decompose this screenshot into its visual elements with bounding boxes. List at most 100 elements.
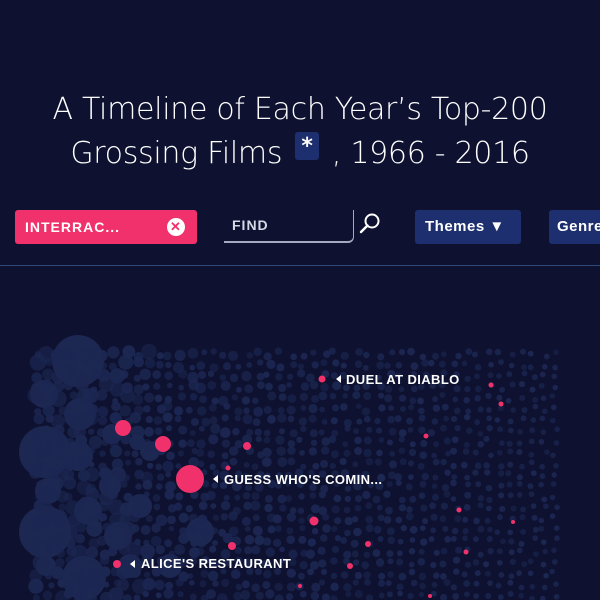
- background-bubble: [450, 462, 457, 470]
- background-bubble: [462, 516, 469, 523]
- background-bubble: [175, 578, 184, 587]
- themes-dropdown-button[interactable]: Themes ▼: [415, 210, 521, 244]
- background-bubble: [528, 459, 535, 466]
- search-icon[interactable]: [358, 212, 382, 236]
- film-label-guess[interactable]: GUESS WHO'S COMIN...: [224, 472, 382, 487]
- background-bubble: [433, 549, 440, 556]
- background-bubble: [386, 527, 395, 536]
- background-bubble: [207, 370, 215, 377]
- background-bubble: [354, 360, 363, 368]
- background-bubble: [300, 405, 307, 411]
- background-bubble: [27, 386, 45, 404]
- background-bubble: [322, 513, 330, 521]
- background-bubble: [67, 452, 75, 459]
- film-callout-guess[interactable]: GUESS WHO'S COMIN...: [176, 465, 382, 493]
- background-bubble: [187, 573, 194, 579]
- background-bubble: [195, 547, 205, 556]
- background-bubble: [377, 353, 385, 361]
- background-bubble: [531, 374, 538, 381]
- background-bubble: [374, 418, 381, 425]
- background-bubble: [272, 514, 282, 524]
- background-bubble: [345, 591, 352, 598]
- background-bubble: [197, 514, 208, 525]
- background-bubble: [141, 501, 153, 513]
- background-bubble: [189, 593, 197, 600]
- background-bubble: [228, 526, 239, 537]
- background-bubble: [363, 571, 371, 580]
- background-bubble: [497, 426, 504, 433]
- background-bubble: [242, 492, 251, 500]
- background-bubble: [529, 427, 536, 434]
- film-dot[interactable]: [176, 465, 204, 493]
- background-bubble: [377, 536, 384, 542]
- background-bubble: [228, 350, 239, 361]
- background-bubble: [465, 408, 472, 415]
- background-bubble: [508, 362, 515, 369]
- background-bubble: [309, 429, 318, 438]
- background-bubble: [365, 457, 374, 466]
- film-label-alice[interactable]: ALICE'S RESTAURANT: [141, 556, 291, 571]
- background-bubble: [529, 583, 536, 590]
- background-bubble: [550, 452, 556, 459]
- background-bubble: [521, 370, 528, 377]
- film-dot[interactable]: [318, 375, 326, 383]
- background-bubble: [539, 473, 546, 480]
- background-bubble: [246, 352, 254, 359]
- background-bubble: [520, 348, 526, 355]
- background-bubble: [363, 551, 370, 558]
- background-bubble: [394, 473, 403, 481]
- background-bubble: [42, 393, 52, 403]
- background-bubble: [533, 526, 539, 533]
- background-bubble: [298, 517, 305, 524]
- footnote-asterisk-button[interactable]: *: [295, 132, 319, 160]
- find-input[interactable]: [224, 210, 352, 240]
- background-bubble: [212, 580, 219, 587]
- background-bubble: [363, 351, 370, 359]
- background-bubble: [499, 386, 505, 393]
- title-line-2-end: , 1966 - 2016: [331, 136, 530, 171]
- background-bubble: [278, 393, 287, 401]
- background-bubble: [432, 458, 440, 466]
- film-label-duel[interactable]: DUEL AT DIABLO: [346, 372, 460, 387]
- background-bubble: [140, 525, 151, 535]
- background-bubble: [274, 582, 283, 592]
- background-bubble: [474, 395, 481, 402]
- background-bubble: [330, 372, 338, 379]
- background-bubble: [418, 548, 425, 555]
- background-bubble: [420, 439, 428, 448]
- background-bubble: [147, 462, 154, 469]
- background-bubble: [154, 394, 163, 403]
- film-dot[interactable]: [113, 560, 121, 568]
- background-bubble: [126, 541, 143, 557]
- background-bubble: [187, 439, 195, 448]
- background-bubble: [528, 491, 535, 498]
- background-bubble: [354, 447, 363, 455]
- background-bubble: [408, 568, 416, 576]
- background-bubble: [55, 548, 66, 558]
- close-icon[interactable]: ✕: [167, 218, 185, 236]
- background-bubble: [355, 403, 362, 410]
- background-bubble: [541, 539, 547, 545]
- background-bubble: [398, 447, 406, 454]
- background-bubble: [267, 525, 276, 534]
- background-bubble: [549, 513, 556, 519]
- background-bubble: [464, 491, 472, 499]
- background-bubble: [496, 449, 503, 456]
- genre-dropdown-button[interactable]: Genre: [549, 210, 600, 244]
- background-bubble: [386, 591, 393, 598]
- background-bubble: [353, 559, 360, 566]
- background-bubble: [119, 480, 128, 488]
- background-bubble: [88, 428, 95, 435]
- active-filter-chip[interactable]: INTERRAC... ✕: [15, 210, 197, 244]
- background-bubble: [484, 469, 491, 476]
- background-bubble: [286, 405, 296, 415]
- background-bubble: [223, 362, 231, 371]
- background-bubble: [278, 428, 285, 435]
- background-bubble: [75, 533, 85, 544]
- background-bubble: [520, 528, 527, 535]
- background-bubble: [417, 397, 424, 405]
- background-bubble: [362, 490, 371, 500]
- background-bubble: [251, 492, 260, 501]
- background-bubble: [539, 463, 545, 470]
- background-bubble: [98, 416, 108, 426]
